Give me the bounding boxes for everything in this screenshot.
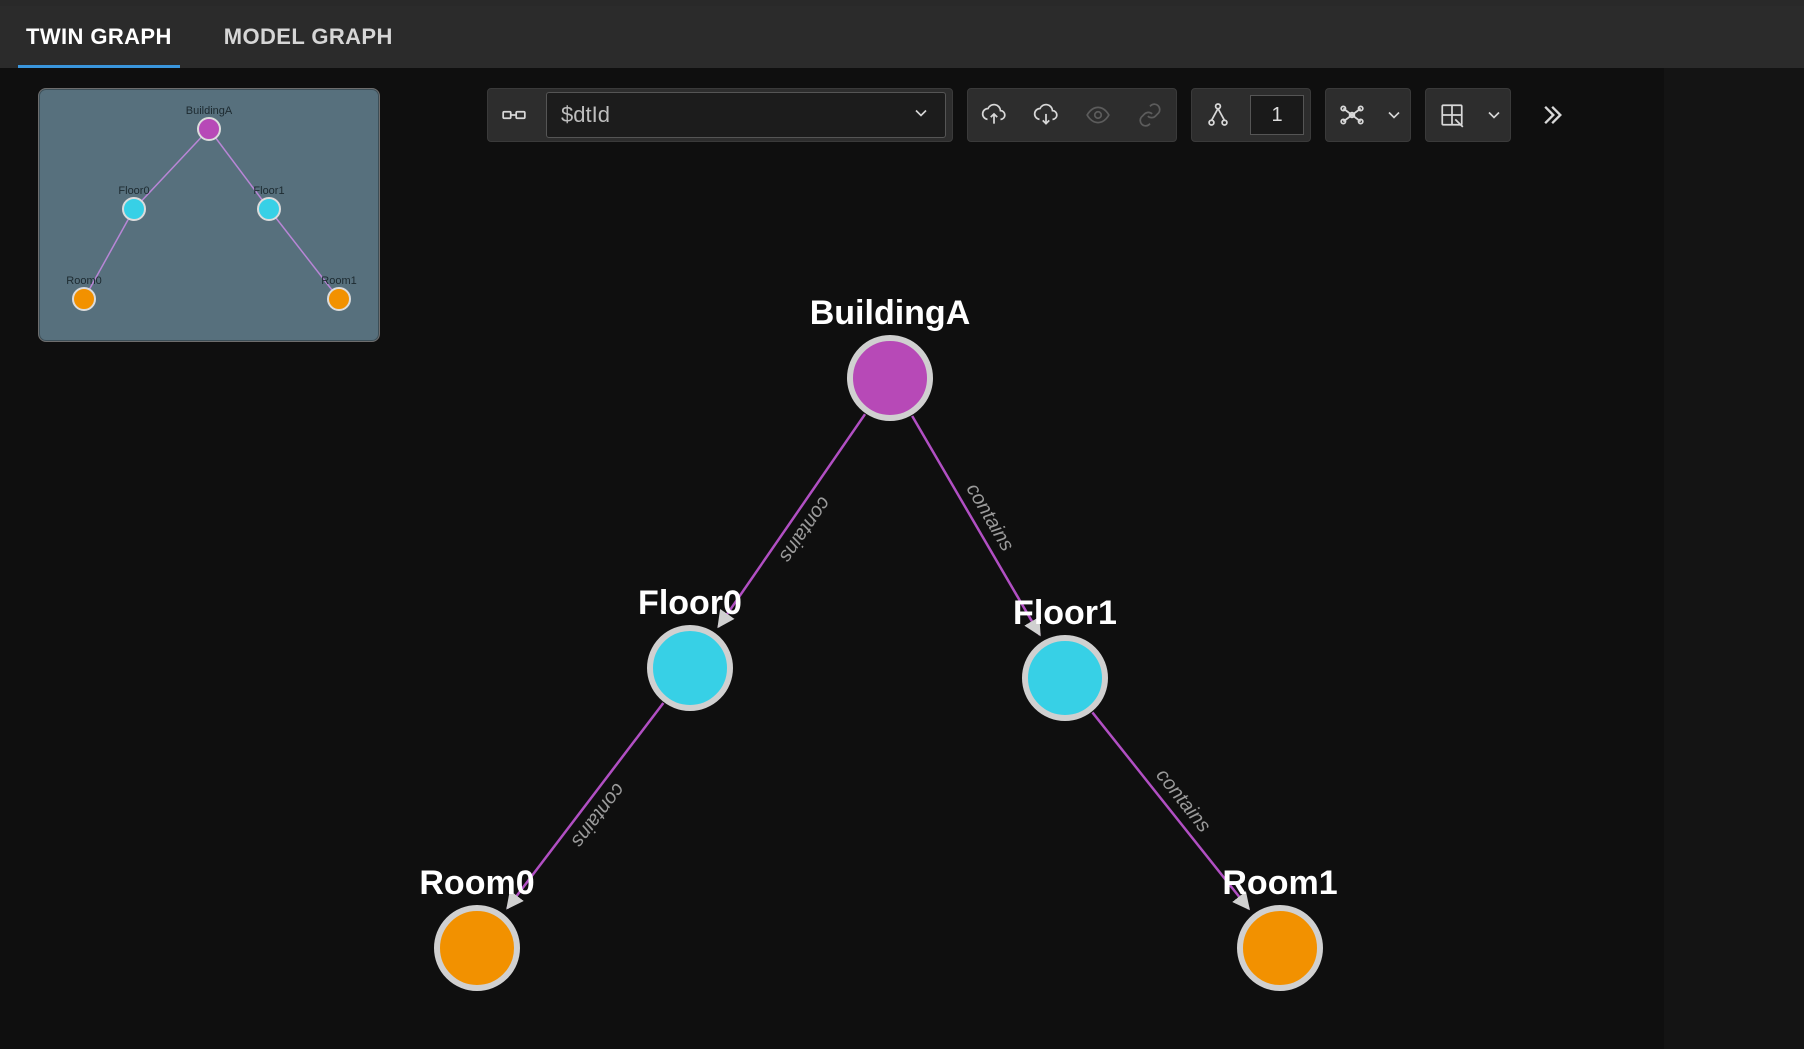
- display-property-value: $dtId: [561, 102, 610, 128]
- graph-node-room1[interactable]: Room1: [1222, 864, 1337, 988]
- svg-text:Floor0: Floor0: [118, 185, 149, 197]
- display-property-icon[interactable]: [488, 89, 540, 141]
- minimap-edge: [209, 129, 269, 209]
- graph-node-room0[interactable]: Room0: [419, 864, 534, 988]
- svg-text:BuildingA: BuildingA: [186, 105, 233, 117]
- node-label: Room0: [419, 864, 534, 902]
- minimap-node: Room0: [66, 275, 101, 310]
- layout-dropdown[interactable]: [1378, 89, 1410, 141]
- graph-edge[interactable]: contains: [912, 416, 1040, 635]
- tab-label: TWIN GRAPH: [26, 24, 172, 50]
- node-label: Room1: [1222, 864, 1337, 902]
- minimap-node: Floor1: [253, 185, 284, 220]
- edge-label: contains: [567, 779, 630, 852]
- minimap-node: Room1: [321, 275, 356, 310]
- show-relationships-button: [1124, 89, 1176, 141]
- graph-canvas[interactable]: BuildingA Floor0 Floor1 Room0 Room1 $dtId: [0, 68, 1804, 1049]
- id-selector-group: $dtId: [487, 88, 953, 142]
- tab-bar: TWIN GRAPH MODEL GRAPH: [0, 6, 1804, 68]
- svg-text:Floor1: Floor1: [253, 185, 284, 197]
- node-label: Floor0: [638, 584, 742, 622]
- minimap[interactable]: BuildingA Floor0 Floor1 Room0 Room1: [38, 88, 380, 342]
- svg-text:Room1: Room1: [321, 275, 356, 287]
- expand-level-input[interactable]: [1250, 95, 1304, 135]
- io-visibility-group: [967, 88, 1177, 142]
- edge-label: contains: [775, 493, 835, 567]
- graph-edge[interactable]: contains: [1092, 712, 1248, 908]
- side-panel-collapsed: [1664, 68, 1804, 1049]
- minimap-node: Floor0: [118, 185, 149, 220]
- app-root: TWIN GRAPH MODEL GRAPH BuildingA Floor0 Fl…: [0, 0, 1804, 1049]
- node-label: BuildingA: [810, 294, 971, 332]
- expand-group: [1191, 88, 1311, 142]
- graph-node-floor0[interactable]: Floor0: [638, 584, 742, 708]
- edge-label: contains: [1151, 765, 1215, 837]
- graph-toolbar: $dtId: [487, 88, 1577, 142]
- graph-edge[interactable]: contains: [718, 414, 865, 627]
- minimap-node: BuildingA: [186, 105, 233, 140]
- show-all-button: [1072, 89, 1124, 141]
- minimap-svg: BuildingA Floor0 Floor1 Room0 Room1: [39, 89, 379, 341]
- export-graph-button[interactable]: [968, 89, 1020, 141]
- tab-label: MODEL GRAPH: [224, 24, 393, 50]
- view-group: [1425, 88, 1511, 142]
- tab-model-graph[interactable]: MODEL GRAPH: [198, 6, 419, 68]
- graph-node-floor1[interactable]: Floor1: [1013, 594, 1117, 718]
- edge-label: contains: [962, 480, 1019, 555]
- chevron-down-icon: [911, 103, 931, 128]
- view-mode-dropdown[interactable]: [1478, 89, 1510, 141]
- graph-node-buildinga[interactable]: BuildingA: [810, 294, 971, 418]
- minimap-edge: [134, 129, 209, 209]
- layout-group: [1325, 88, 1411, 142]
- layout-button[interactable]: [1326, 89, 1378, 141]
- expand-tree-icon[interactable]: [1192, 89, 1244, 141]
- graph-edge[interactable]: contains: [507, 703, 663, 908]
- node-label: Floor1: [1013, 594, 1117, 632]
- view-mode-button[interactable]: [1426, 89, 1478, 141]
- import-graph-button[interactable]: [1020, 89, 1072, 141]
- display-property-select[interactable]: $dtId: [546, 92, 946, 138]
- svg-text:Room0: Room0: [66, 275, 101, 287]
- toolbar-overflow-button[interactable]: [1525, 89, 1577, 141]
- tab-twin-graph[interactable]: TWIN GRAPH: [0, 6, 198, 68]
